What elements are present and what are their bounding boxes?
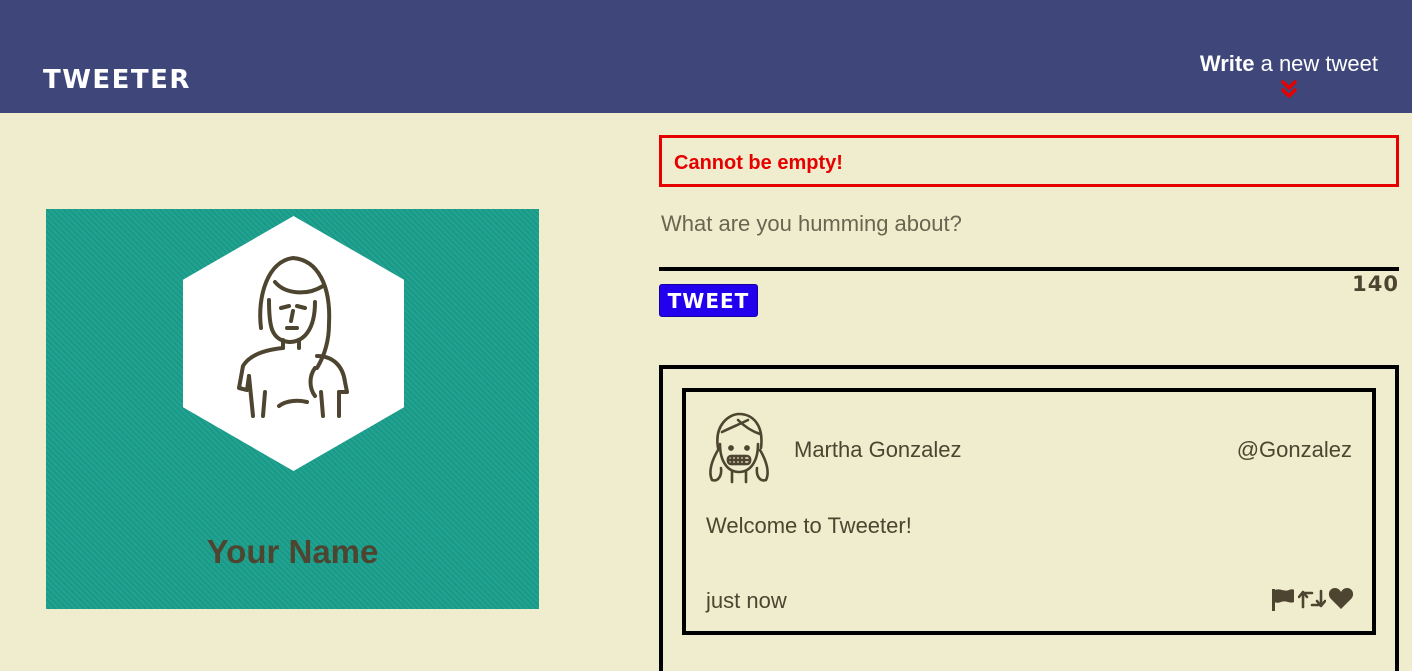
top-nav: TWEETER Write a new tweet: [0, 0, 1412, 113]
compose-label-bold: Write: [1199, 51, 1255, 76]
tweet-author-name: Martha Gonzalez: [794, 437, 962, 462]
double-chevron-down-icon[interactable]: [1277, 80, 1301, 100]
flag-icon[interactable]: [1270, 587, 1296, 616]
girl-avatar-icon: [709, 412, 769, 484]
tweet-actions: [1270, 587, 1354, 616]
compose-toggle[interactable]: Write a new tweet: [1200, 50, 1378, 78]
input-underline: [659, 267, 1399, 271]
tweet-timestamp: just now: [706, 588, 787, 613]
tweet-input[interactable]: [659, 205, 1399, 267]
brand-logo[interactable]: TWEETER: [43, 64, 191, 96]
profile-name: Your Name: [206, 533, 379, 570]
tweet-author-handle: @Gonzalez: [1236, 437, 1352, 462]
retweet-icon[interactable]: [1297, 587, 1327, 616]
tweet-card: Martha Gonzalez @Gonzalez Welcome to Twe…: [682, 388, 1376, 635]
tweet-button[interactable]: TWEET: [659, 284, 758, 317]
profile-card: Your Name: [46, 209, 539, 609]
error-message: Cannot be empty!: [659, 135, 1399, 187]
heart-icon[interactable]: [1328, 587, 1354, 616]
woman-avatar-icon: [183, 216, 404, 471]
compose-label-rest: a new tweet: [1254, 51, 1378, 76]
char-counter: 140: [1352, 272, 1399, 296]
tweet-body: Welcome to Tweeter!: [706, 513, 912, 538]
error-text: Cannot be empty!: [674, 152, 843, 174]
